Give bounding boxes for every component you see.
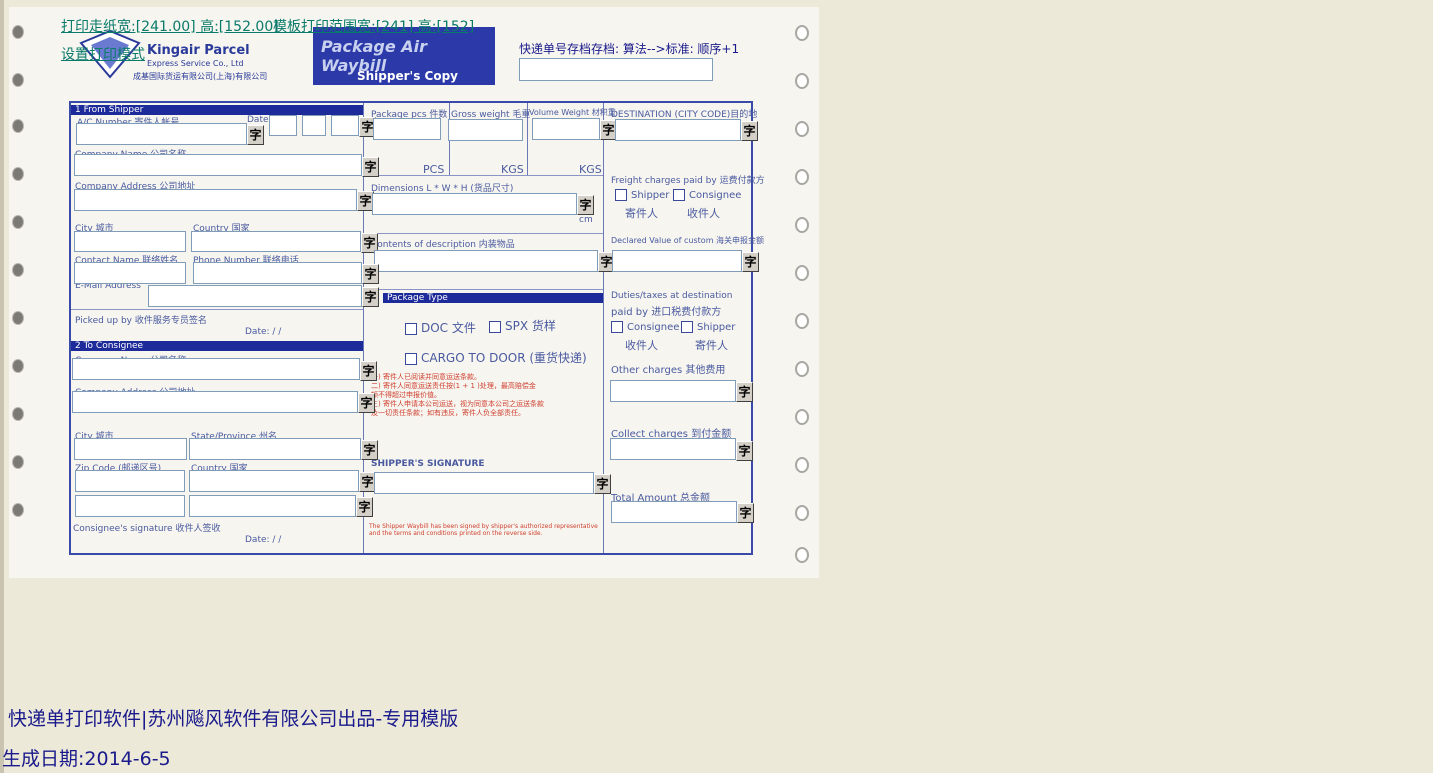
section-from-shipper: 1 From Shipper xyxy=(71,105,363,115)
label-date2: Date: / / xyxy=(245,327,282,337)
total-amount-input[interactable] xyxy=(611,501,737,523)
disclaimer-text: The Shipper Waybill has been signed by s… xyxy=(369,523,598,537)
shipper-signature-input[interactable] xyxy=(374,472,594,494)
destination-input[interactable] xyxy=(615,119,741,141)
date-day-input[interactable] xyxy=(331,115,359,136)
footer-software-credit: 快递单打印软件|苏州飚风软件有限公司出品-专用模版 xyxy=(8,708,459,730)
declared-value-font-button[interactable]: 字 xyxy=(742,252,759,272)
other-charges-font-button[interactable]: 字 xyxy=(736,382,753,402)
state-font-button[interactable]: 字 xyxy=(361,440,378,460)
template-range-link[interactable]: 模板打印范围宽:[241] 高:[152] xyxy=(273,16,474,36)
brand-company-cn: 成基国际货运有限公司(上海)有限公司 xyxy=(133,72,268,81)
red-notes: 一) 寄件人已阅读并同意运送条款。 二) 寄件人同意运送责任按(1 + 1 )处理… xyxy=(371,373,544,417)
label-shipper-option: Shipper xyxy=(615,189,669,201)
declared-value-input[interactable] xyxy=(612,250,742,272)
zip-input[interactable] xyxy=(75,470,185,492)
consignee-company-input[interactable] xyxy=(72,358,360,380)
label-duties-paid-by: paid by 进口税费付款方 xyxy=(611,307,722,318)
date-month-input[interactable] xyxy=(302,115,326,136)
pcs-input[interactable] xyxy=(373,118,441,140)
label-doc: DOC 文件 xyxy=(405,319,476,336)
label-shipper2-cn: 寄件人 xyxy=(695,339,728,352)
city-input[interactable] xyxy=(74,231,186,252)
dimensions-font-button[interactable]: 字 xyxy=(577,195,594,215)
collect-charges-font-button[interactable]: 字 xyxy=(736,441,753,461)
label-date3: Date: / / xyxy=(245,535,282,545)
brand-company-sub: Express Service Co., Ltd xyxy=(147,59,244,68)
phone-font-button[interactable]: 字 xyxy=(362,264,379,284)
brand-company-en: Kingair Parcel xyxy=(147,43,250,58)
label-consignee2-option: Consignee xyxy=(611,321,679,333)
consignee-phone-input[interactable] xyxy=(189,495,356,517)
feed-holes-left xyxy=(9,7,31,578)
contact-name-input[interactable] xyxy=(74,262,186,284)
label-consignee-signature: Consignee's signature 收件人签收 xyxy=(73,524,221,534)
window-left-border xyxy=(0,0,4,773)
set-print-mode-link[interactable]: 设置打印模式 xyxy=(61,44,145,64)
state-input[interactable] xyxy=(189,438,361,460)
label-kgs1: KGS xyxy=(501,163,524,176)
label-shipper2-option: Shipper xyxy=(681,321,735,333)
consignee-city-input[interactable] xyxy=(74,438,187,460)
consignee-address-input[interactable] xyxy=(72,391,358,413)
consignee-company-font-button[interactable]: 字 xyxy=(360,361,377,381)
section-to-consignee: 2 To Consignee xyxy=(71,341,363,351)
ac-number-font-button[interactable]: 字 xyxy=(247,125,264,145)
tracking-number-input[interactable] xyxy=(519,58,713,81)
label-consignee-cn: 收件人 xyxy=(687,207,720,220)
consignee-phone-font-button[interactable]: 字 xyxy=(356,497,373,517)
package-type-header: Package Type xyxy=(383,293,603,303)
consignee-country-input[interactable] xyxy=(189,470,359,492)
label-consignee2-cn: 收件人 xyxy=(625,339,658,352)
label-volume-weight: Volume Weight 材积重 xyxy=(529,108,616,117)
destination-font-button[interactable]: 字 xyxy=(741,121,758,141)
label-shipper-cn: 寄件人 xyxy=(625,207,658,220)
label-spx: SPX 货样 xyxy=(489,317,556,334)
footer-generated-date: 生成日期:2014-6-5 xyxy=(2,748,171,770)
label-kgs2: KGS xyxy=(579,163,602,176)
volume-weight-input[interactable] xyxy=(532,118,600,140)
email-font-button[interactable]: 字 xyxy=(362,287,379,307)
label-consignee-option: Consignee xyxy=(673,189,741,201)
ac-number-input[interactable] xyxy=(76,123,247,145)
label-date: Date xyxy=(247,115,269,125)
company-address-input[interactable] xyxy=(74,189,357,211)
consignee-contact-input[interactable] xyxy=(75,495,185,517)
label-declared-value: Declared Value of custom 海关申报金额 xyxy=(611,236,765,245)
shipper-signature-font-button[interactable]: 字 xyxy=(594,474,611,494)
label-contents: Contents of description 内装物品 xyxy=(371,240,515,250)
label-freight-paid: Freight charges paid by 运费付款方 xyxy=(611,176,765,186)
shipper-copy-title: Shipper's Copy xyxy=(357,69,458,83)
date-year-input[interactable] xyxy=(269,115,297,136)
email-input[interactable] xyxy=(148,285,362,307)
collect-charges-input[interactable] xyxy=(610,438,736,460)
other-charges-input[interactable] xyxy=(610,380,736,402)
feed-holes-right xyxy=(787,7,809,578)
tracking-number-label: 快递单号存档存档: 算法-->标准: 顺序+1 xyxy=(519,42,740,56)
gross-weight-input[interactable] xyxy=(448,119,523,141)
contents-input[interactable] xyxy=(374,250,598,272)
label-cargo: CARGO TO DOOR (重货快递) xyxy=(405,349,587,366)
dimensions-input[interactable] xyxy=(372,193,577,215)
phone-input[interactable] xyxy=(193,262,362,284)
label-duties: Duties/taxes at destination xyxy=(611,291,733,301)
label-cm: cm xyxy=(579,215,593,225)
consignee-address-font-button[interactable]: 字 xyxy=(358,393,375,413)
company-name-input[interactable] xyxy=(74,154,362,176)
company-name-font-button[interactable]: 字 xyxy=(362,157,379,177)
label-pcs: PCS xyxy=(423,163,445,176)
label-other-charges: Other charges 其他费用 xyxy=(611,365,726,376)
label-picked-up: Picked up by 收件服务专员签名 xyxy=(75,316,207,326)
label-shipper-signature: SHIPPER'S SIGNATURE xyxy=(371,459,485,469)
paper-size-link[interactable]: 打印走纸宽:[241.00] 高:[152.00] xyxy=(61,16,279,36)
country-input[interactable] xyxy=(191,231,361,252)
total-amount-font-button[interactable]: 字 xyxy=(737,503,754,523)
